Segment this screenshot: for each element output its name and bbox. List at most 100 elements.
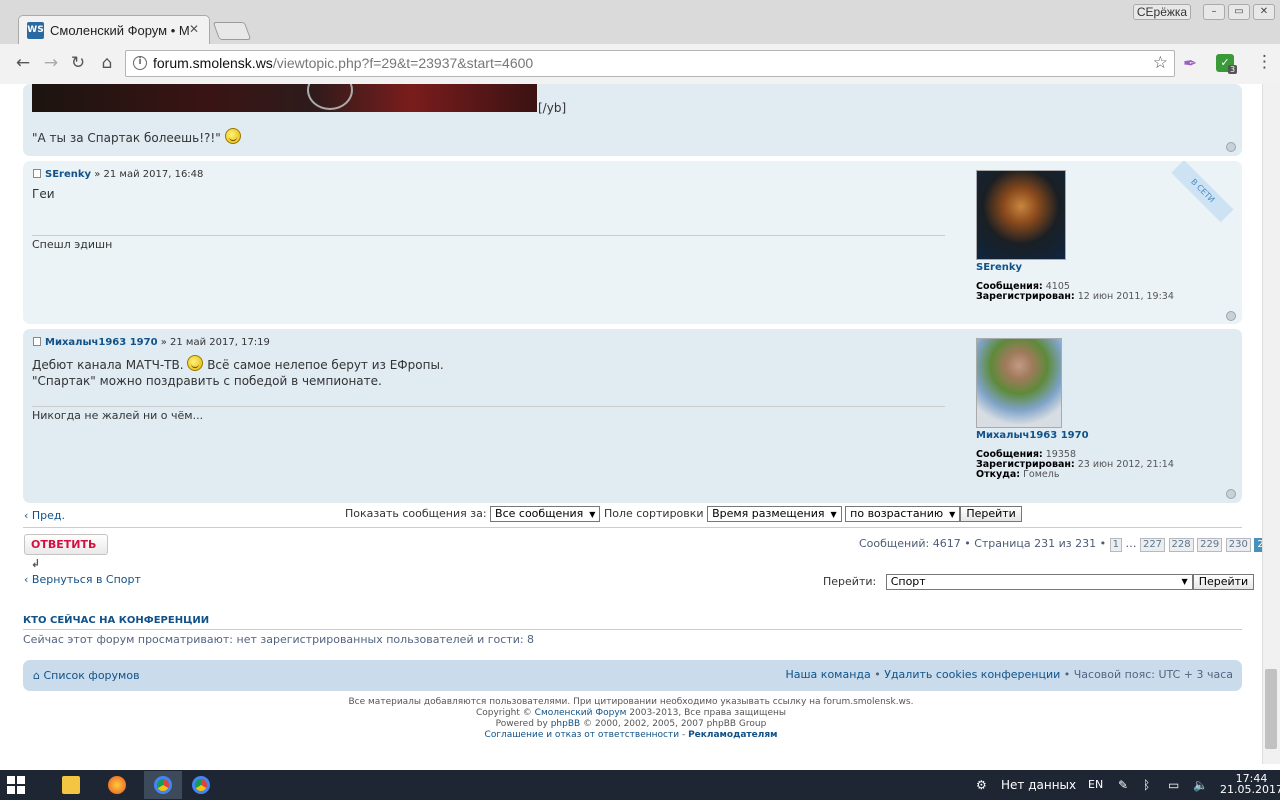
author-link[interactable]: Михалыч1963 1970 bbox=[45, 337, 158, 348]
jump-go-button[interactable]: Перейти bbox=[1192, 574, 1255, 590]
page-current: 231 bbox=[1254, 538, 1262, 552]
show-select[interactable]: Все сообщения bbox=[490, 506, 601, 522]
network-status: Нет данных bbox=[1001, 778, 1077, 792]
language-indicator[interactable]: EN bbox=[1088, 778, 1103, 791]
author-link[interactable]: SErenky bbox=[45, 169, 91, 180]
post-icon[interactable] bbox=[33, 337, 41, 346]
signature: Спешл эдишн bbox=[32, 238, 113, 251]
address-bar[interactable]: i forum.smolensk.ws/viewtopic.php?f=29&t… bbox=[125, 50, 1175, 77]
back-to-top-icon[interactable] bbox=[1226, 142, 1236, 152]
minimize-button[interactable]: – bbox=[1203, 4, 1225, 20]
home-icon[interactable]: ⌂ bbox=[96, 53, 118, 73]
online-ribbon: В СЕТИ bbox=[1171, 161, 1234, 223]
sort-select[interactable]: Время размещения bbox=[707, 506, 842, 522]
profile-username[interactable]: SErenky bbox=[976, 262, 1022, 273]
bookmark-star-icon[interactable]: ☆ bbox=[1153, 53, 1168, 73]
maximize-button[interactable]: ▭ bbox=[1228, 4, 1250, 20]
site-link[interactable]: Смоленский Форум bbox=[535, 708, 627, 718]
page-link[interactable]: 230 bbox=[1225, 538, 1251, 552]
network-gear-icon[interactable]: ⚙ bbox=[976, 778, 987, 792]
sort-controls: Показать сообщения за: Все сообщения Пол… bbox=[345, 506, 1022, 522]
delete-cookies-link[interactable]: Удалить cookies конференции bbox=[884, 668, 1060, 681]
avatar bbox=[976, 170, 1066, 260]
back-to-top-icon[interactable] bbox=[1226, 311, 1236, 321]
back-to-forum-link[interactable]: ‹ Вернуться в Спорт bbox=[24, 573, 141, 586]
volume-icon[interactable]: 🔈 bbox=[1193, 778, 1208, 792]
reload-icon[interactable]: ↻ bbox=[67, 53, 89, 73]
windows-start-icon[interactable] bbox=[7, 776, 25, 794]
chrome-taskbar-icon[interactable] bbox=[144, 771, 182, 799]
browser-toolbar: ← → ↻ ⌂ i forum.smolensk.ws/viewtopic.ph… bbox=[0, 44, 1280, 84]
profile-username[interactable]: Михалыч1963 1970 bbox=[976, 430, 1089, 441]
profile-button[interactable]: СЕрёжка bbox=[1133, 4, 1191, 20]
smiley-icon bbox=[224, 128, 241, 144]
back-to-top-icon[interactable] bbox=[1226, 489, 1236, 499]
close-window-button[interactable]: ✕ bbox=[1253, 4, 1275, 20]
new-tab-button[interactable] bbox=[212, 22, 252, 40]
timezone: Часовой пояс: UTC + 3 часа bbox=[1073, 668, 1233, 681]
footer-links: Наша команда • Удалить cookies конференц… bbox=[785, 668, 1233, 681]
reply-button[interactable]: ОТВЕТИТЬ ↲ bbox=[24, 534, 108, 570]
post-icon[interactable] bbox=[33, 169, 41, 178]
post-mikhalych: Михалыч1963 1970 » 21 май 2017, 17:19 Де… bbox=[23, 329, 1242, 503]
pen-icon[interactable]: ✎ bbox=[1118, 778, 1128, 792]
forum-index-link[interactable]: ⌂ Список форумов bbox=[33, 669, 140, 682]
bluetooth-icon[interactable]: ᛒ bbox=[1143, 778, 1150, 792]
signature: Никогда не жалей ни о чём... bbox=[32, 409, 204, 422]
extension-badge: 3 bbox=[1228, 65, 1238, 74]
post-serenky: В СЕТИ SErenky » 21 май 2017, 16:48 Геи … bbox=[23, 161, 1242, 324]
divider bbox=[23, 527, 1242, 528]
phpbb-link[interactable]: phpBB bbox=[551, 719, 580, 729]
reply-arrow-icon: ↲ bbox=[31, 557, 41, 570]
clock[interactable]: 17:44 21.05.2017 bbox=[1220, 773, 1280, 795]
jump-select[interactable]: Спорт bbox=[885, 574, 1193, 590]
who-is-online-text: Сейчас этот форум просматривают: нет зар… bbox=[23, 633, 535, 646]
post-author-line: Михалыч1963 1970 » 21 май 2017, 17:19 bbox=[33, 337, 270, 348]
copyright: Все материалы добавляются пользователями… bbox=[348, 697, 914, 740]
feather-extension-icon[interactable]: ✒ bbox=[1183, 54, 1197, 74]
sort-go-button[interactable]: Перейти bbox=[960, 506, 1022, 522]
avatar bbox=[976, 338, 1062, 428]
bbcode-text: [/yb] bbox=[538, 101, 567, 115]
profile-location: Откуда: Гомель bbox=[976, 469, 1060, 480]
prev-topic-link[interactable]: ‹ Пред. bbox=[24, 509, 65, 522]
browser-tab[interactable]: WS Смоленский Форум • М ✕ bbox=[18, 15, 210, 45]
taskbar: ⚙ Нет данных EN ✎ ᛒ ▭ 🔈 17:44 21.05.2017 bbox=[0, 770, 1280, 800]
post-content: Дебют канала МАТЧ-ТВ. Всё самое нелепое … bbox=[32, 355, 444, 389]
explorer-taskbar-icon[interactable] bbox=[52, 771, 90, 799]
firefox-taskbar-icon[interactable] bbox=[98, 771, 136, 799]
forum-page: [/yb] "А ты за Спартак болеешь!?!" В СЕТ… bbox=[0, 84, 1262, 764]
team-link[interactable]: Наша команда bbox=[785, 668, 870, 681]
url-text: forum.smolensk.ws/viewtopic.php?f=29&t=2… bbox=[153, 55, 534, 71]
favicon-icon: WS bbox=[27, 22, 44, 39]
page-link[interactable]: 1 bbox=[1109, 538, 1122, 552]
vertical-scrollbar[interactable] bbox=[1262, 84, 1280, 764]
info-icon[interactable]: i bbox=[133, 56, 147, 70]
back-arrow-icon[interactable]: ← bbox=[12, 53, 34, 73]
order-select[interactable]: по возрастанию bbox=[845, 506, 961, 522]
chrome-taskbar-icon-2[interactable] bbox=[182, 771, 220, 799]
scrollbar-thumb[interactable] bbox=[1265, 669, 1277, 749]
post-text: "А ты за Спартак болеешь!?!" bbox=[32, 128, 241, 145]
browser-chrome: WS Смоленский Форум • М ✕ СЕрёжка – ▭ ✕ … bbox=[0, 0, 1280, 84]
signature-divider bbox=[32, 406, 945, 407]
footer-navbar: ⌂ Список форумов Наша команда • Удалить … bbox=[23, 660, 1242, 691]
advertisers-link[interactable]: Рекламодателям bbox=[688, 730, 777, 740]
forward-arrow-icon[interactable]: → bbox=[40, 53, 62, 73]
page-link[interactable]: 227 bbox=[1139, 538, 1166, 552]
who-is-online-heading: КТО СЕЙЧАС НА КОНФЕРЕНЦИИ bbox=[23, 615, 210, 626]
terms-link[interactable]: Соглашение и отказ от ответственности bbox=[485, 730, 680, 740]
page-link[interactable]: 228 bbox=[1168, 538, 1194, 552]
home-icon: ⌂ bbox=[33, 669, 40, 682]
page-link[interactable]: 229 bbox=[1197, 538, 1223, 552]
post-content: Геи bbox=[32, 187, 55, 201]
network-icon[interactable]: ▭ bbox=[1168, 778, 1179, 792]
signature-divider bbox=[32, 235, 945, 236]
profile-registered: Зарегистрирован: 12 июн 2011, 19:34 bbox=[976, 291, 1174, 302]
menu-icon[interactable]: ⋮ bbox=[1256, 54, 1273, 71]
close-tab-icon[interactable]: ✕ bbox=[189, 22, 199, 36]
post-author-line: SErenky » 21 май 2017, 16:48 bbox=[33, 169, 203, 180]
pagination: Сообщений: 4617 • Страница 231 из 231 • … bbox=[859, 537, 1262, 552]
grin-smiley-icon bbox=[187, 355, 204, 371]
post-previous: [/yb] "А ты за Спартак болеешь!?!" bbox=[23, 84, 1242, 156]
